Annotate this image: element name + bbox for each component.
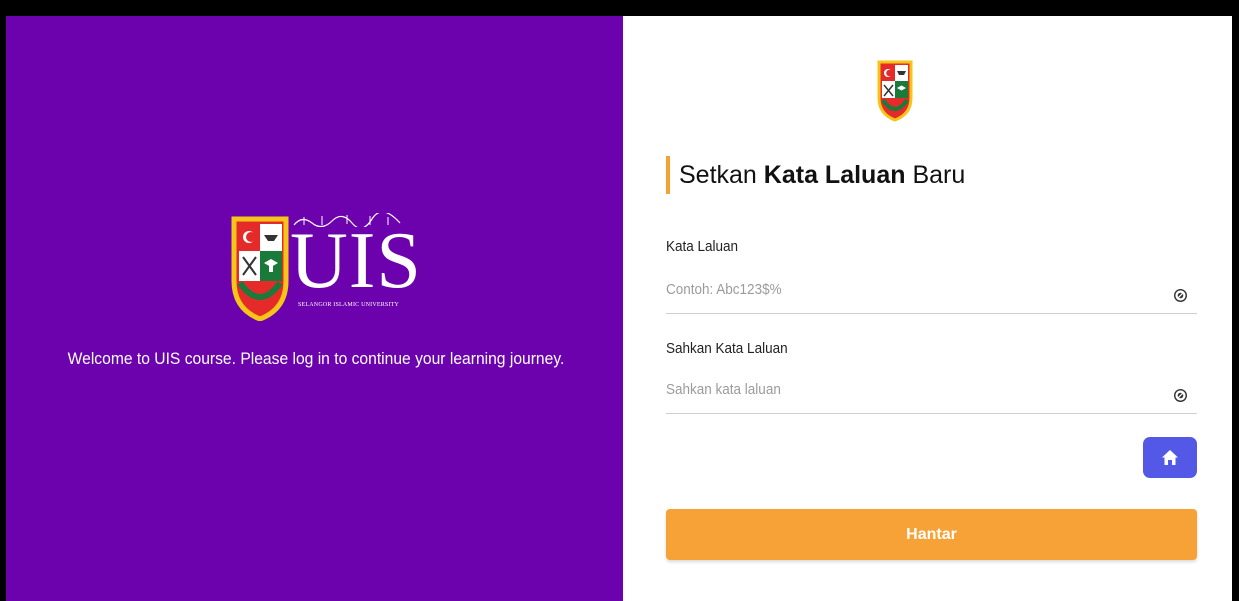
password-input[interactable] bbox=[666, 275, 1098, 303]
submit-button[interactable]: Hantar bbox=[666, 509, 1197, 560]
title-prefix: Setkan bbox=[679, 161, 757, 189]
title-suffix: Baru bbox=[912, 161, 966, 189]
confirm-password-label: Sahkan Kata Laluan bbox=[666, 340, 788, 357]
home-button[interactable] bbox=[1143, 437, 1197, 478]
page-title: Setkan Kata Laluan Baru bbox=[666, 156, 965, 194]
password-label: Kata Laluan bbox=[666, 238, 739, 255]
confirm-password-input[interactable] bbox=[666, 375, 1098, 403]
confirm-visibility-toggle-icon[interactable] bbox=[1174, 389, 1187, 402]
uis-crest-small-icon bbox=[877, 60, 913, 122]
logo-subtext: SELANGOR ISLAMIC UNIVERSITY bbox=[298, 302, 400, 308]
welcome-message: Welcome to UIS course. Please log in to … bbox=[67, 349, 565, 368]
uis-logo: UIS SELANGOR ISLAMIC UNIVERSITY bbox=[230, 213, 421, 322]
form-panel: Setkan Kata Laluan Baru Kata Laluan Sahk… bbox=[623, 16, 1232, 601]
page-frame: UIS SELANGOR ISLAMIC UNIVERSITY Welcome … bbox=[6, 16, 1232, 601]
password-field bbox=[666, 273, 1197, 314]
brand-panel: UIS SELANGOR ISLAMIC UNIVERSITY Welcome … bbox=[6, 16, 623, 601]
confirm-password-field bbox=[666, 373, 1197, 414]
logo-wordmark: UIS bbox=[290, 217, 422, 305]
home-icon bbox=[1162, 450, 1178, 465]
title-emphasis: Kata Laluan bbox=[763, 161, 906, 189]
password-visibility-toggle-icon[interactable] bbox=[1174, 289, 1187, 302]
uis-crest-icon bbox=[231, 216, 289, 322]
